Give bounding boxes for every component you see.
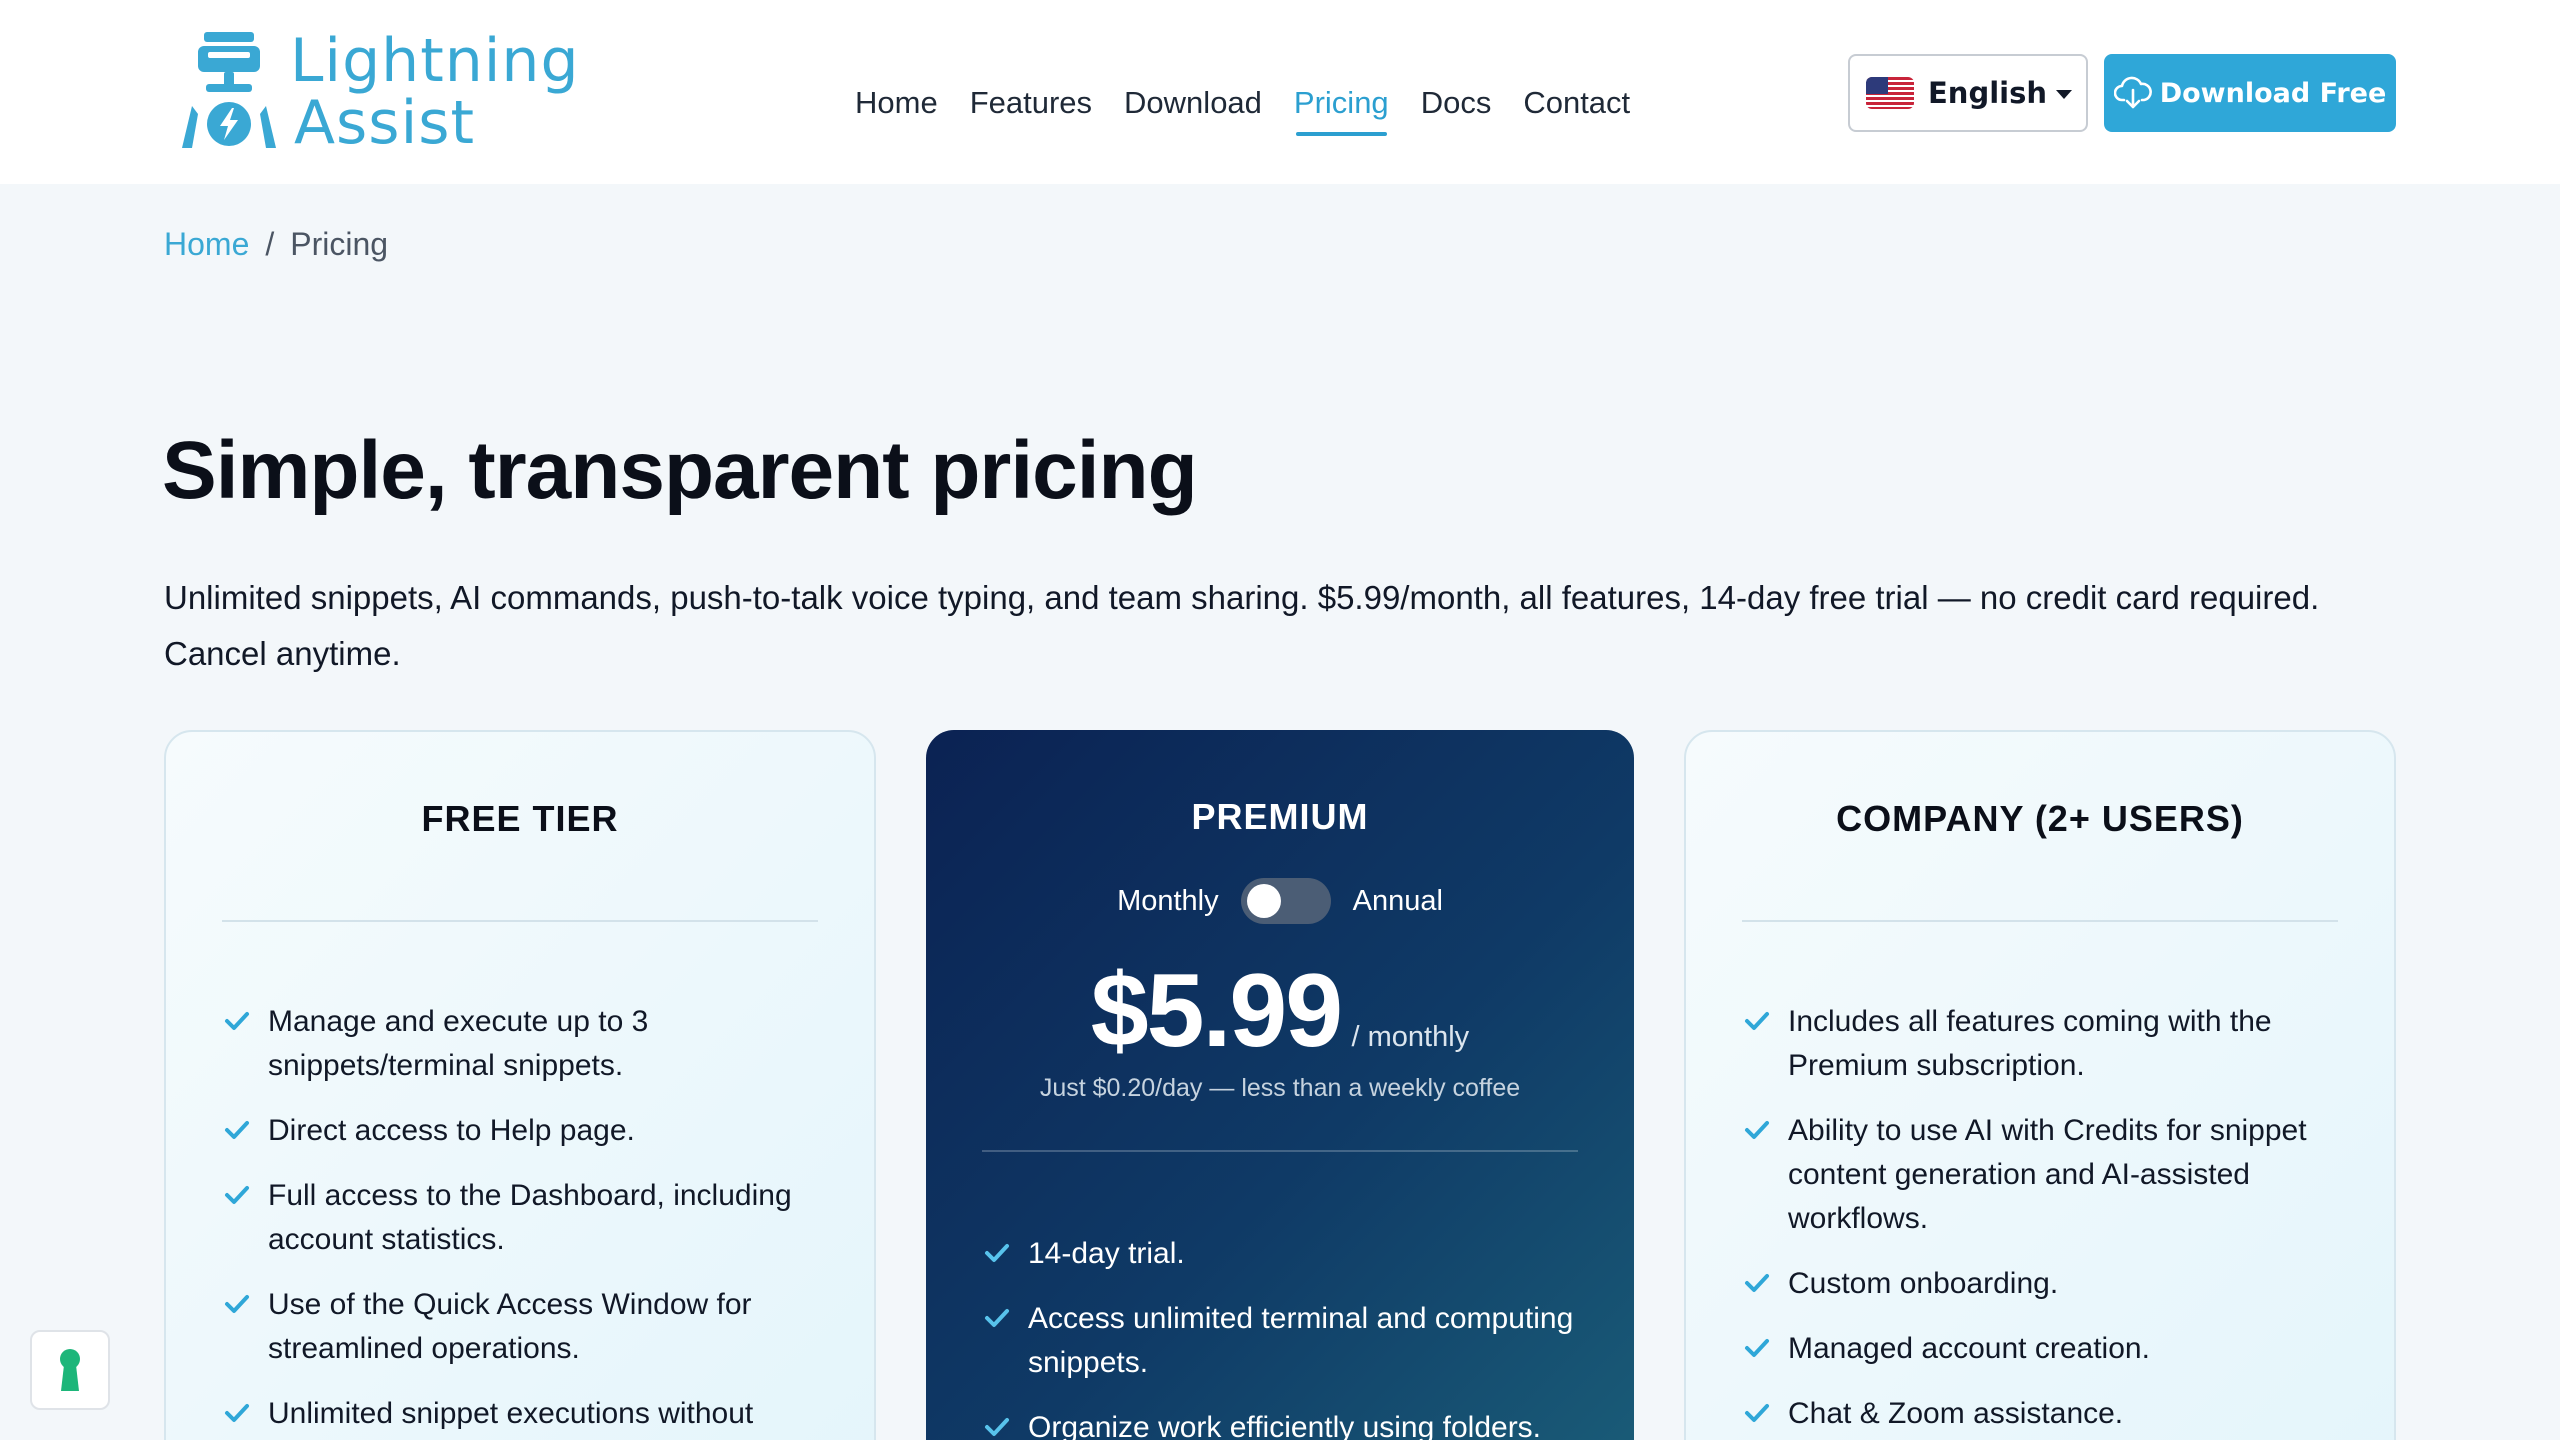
feature-list: Includes all features coming with the Pr… [1742, 1000, 2354, 1440]
brand-name: Lightning Assist [290, 30, 580, 154]
feature-item: 14-day trial. [982, 1232, 1594, 1276]
feature-list: 14-day trial. Access unlimited terminal … [982, 1232, 1594, 1440]
feature-item: Manage and execute up to 3 snippets/term… [222, 1000, 834, 1088]
feature-text: Managed account creation. [1788, 1332, 2150, 1365]
nav-home[interactable]: Home [855, 78, 938, 138]
plan-card-premium: PREMIUM Monthly Annual $5.99 / monthly J… [926, 730, 1634, 1440]
nav-docs[interactable]: Docs [1421, 78, 1492, 138]
divider [222, 920, 818, 922]
feature-text: Custom onboarding. [1788, 1267, 2059, 1300]
page-title: Simple, transparent pricing [162, 425, 1198, 516]
toggle-label-annual[interactable]: Annual [1353, 885, 1443, 918]
feature-item: Unlimited snippet executions without [222, 1392, 834, 1436]
breadcrumb-home[interactable]: Home [164, 226, 249, 263]
download-free-button[interactable]: Download Free [2104, 54, 2396, 132]
breadcrumb: Home / Pricing [164, 226, 388, 263]
feature-item: Access unlimited terminal and computing … [982, 1297, 1594, 1385]
feature-text: Organize work efficiently using folders. [1028, 1411, 1542, 1440]
check-icon [225, 1121, 249, 1139]
nav-pricing[interactable]: Pricing [1294, 78, 1389, 138]
feature-item: Chat & Zoom assistance. [1742, 1392, 2354, 1436]
toggle-knob [1246, 884, 1281, 918]
download-free-label: Download Free [2159, 77, 2387, 109]
toggle-label-monthly[interactable]: Monthly [1117, 885, 1219, 918]
divider [982, 1150, 1578, 1152]
check-icon [225, 1295, 249, 1313]
feature-item: Use of the Quick Access Window for strea… [222, 1283, 834, 1371]
check-icon [1745, 1121, 1769, 1139]
price-note: Just $0.20/day — less than a weekly coff… [1039, 1074, 1521, 1102]
check-icon [985, 1418, 1009, 1436]
price-period: / monthly [1351, 1021, 1470, 1053]
check-icon [1745, 1404, 1769, 1422]
feature-item: Direct access to Help page. [222, 1109, 834, 1153]
billing-toggle-row: Monthly Annual [926, 878, 1634, 924]
brand-logo[interactable]: Lightning Assist [178, 28, 598, 154]
feature-text: Unlimited snippet executions without [268, 1397, 754, 1430]
feature-item: Full access to the Dashboard, including … [222, 1174, 834, 1262]
plan-card-free: FREE TIER Manage and execute up to 3 sni… [164, 730, 876, 1440]
us-flag-icon [1866, 77, 1914, 109]
check-icon [985, 1244, 1009, 1262]
feature-text: Use of the Quick Access Window for strea… [268, 1288, 752, 1365]
check-icon [1745, 1274, 1769, 1292]
plan-title: PREMIUM [1191, 796, 1369, 837]
check-icon [985, 1309, 1009, 1327]
cloud-download-icon [2113, 76, 2152, 109]
site-header: Lightning Assist Home Features Download … [0, 0, 2560, 184]
feature-item: Includes all features coming with the Pr… [1742, 1000, 2354, 1088]
feature-item: Organize work efficiently using folders. [982, 1406, 1594, 1440]
accessibility-widget[interactable] [30, 1330, 110, 1410]
feature-item: Ability to use AI with Credits for snipp… [1742, 1109, 2354, 1241]
check-icon [1745, 1339, 1769, 1357]
check-icon [225, 1012, 249, 1030]
check-icon [1745, 1012, 1769, 1030]
plan-title: COMPANY (2+ USERS) [1836, 798, 2244, 839]
brand-name-line1: Lightning [290, 26, 580, 96]
brand-name-line2: Assist [294, 88, 476, 158]
divider [1742, 920, 2338, 922]
feature-list: Manage and execute up to 3 snippets/term… [222, 1000, 834, 1440]
price-amount: $5.99 [1090, 953, 1343, 1069]
check-icon [225, 1404, 249, 1422]
check-icon [225, 1186, 249, 1204]
plan-title: FREE TIER [421, 798, 619, 839]
nav-features[interactable]: Features [970, 78, 1092, 138]
keyhole-icon [60, 1349, 80, 1391]
feature-text: Direct access to Help page. [268, 1114, 635, 1147]
feature-text: Includes all features coming with the Pr… [1788, 1005, 2272, 1082]
feature-text: Ability to use AI with Credits for snipp… [1788, 1114, 2307, 1235]
plan-card-company: COMPANY (2+ USERS) Includes all features… [1684, 730, 2396, 1440]
main-nav: Home Features Download Pricing Docs Cont… [855, 78, 1662, 138]
robot-lightning-icon [182, 32, 276, 148]
chevron-down-icon [2056, 90, 2072, 99]
page-subtitle: Unlimited snippets, AI commands, push-to… [164, 579, 2320, 672]
feature-item: Custom onboarding. [1742, 1262, 2354, 1306]
nav-contact[interactable]: Contact [1523, 78, 1630, 138]
feature-text: Manage and execute up to 3 snippets/term… [268, 1005, 649, 1082]
breadcrumb-current: Pricing [290, 226, 389, 262]
feature-text: 14-day trial. [1028, 1237, 1185, 1270]
billing-toggle[interactable] [1240, 878, 1331, 924]
price-row: $5.99 / monthly [926, 952, 1634, 1071]
feature-text: Access unlimited terminal and computing … [1028, 1302, 1574, 1379]
feature-text: Chat & Zoom assistance. [1788, 1397, 2124, 1430]
language-label: English [1928, 76, 2048, 110]
language-select[interactable]: English [1848, 54, 2088, 132]
nav-download[interactable]: Download [1124, 78, 1262, 138]
feature-item: Managed account creation. [1742, 1327, 2354, 1371]
feature-text: Full access to the Dashboard, including … [268, 1179, 792, 1256]
breadcrumb-separator: / [265, 226, 275, 262]
